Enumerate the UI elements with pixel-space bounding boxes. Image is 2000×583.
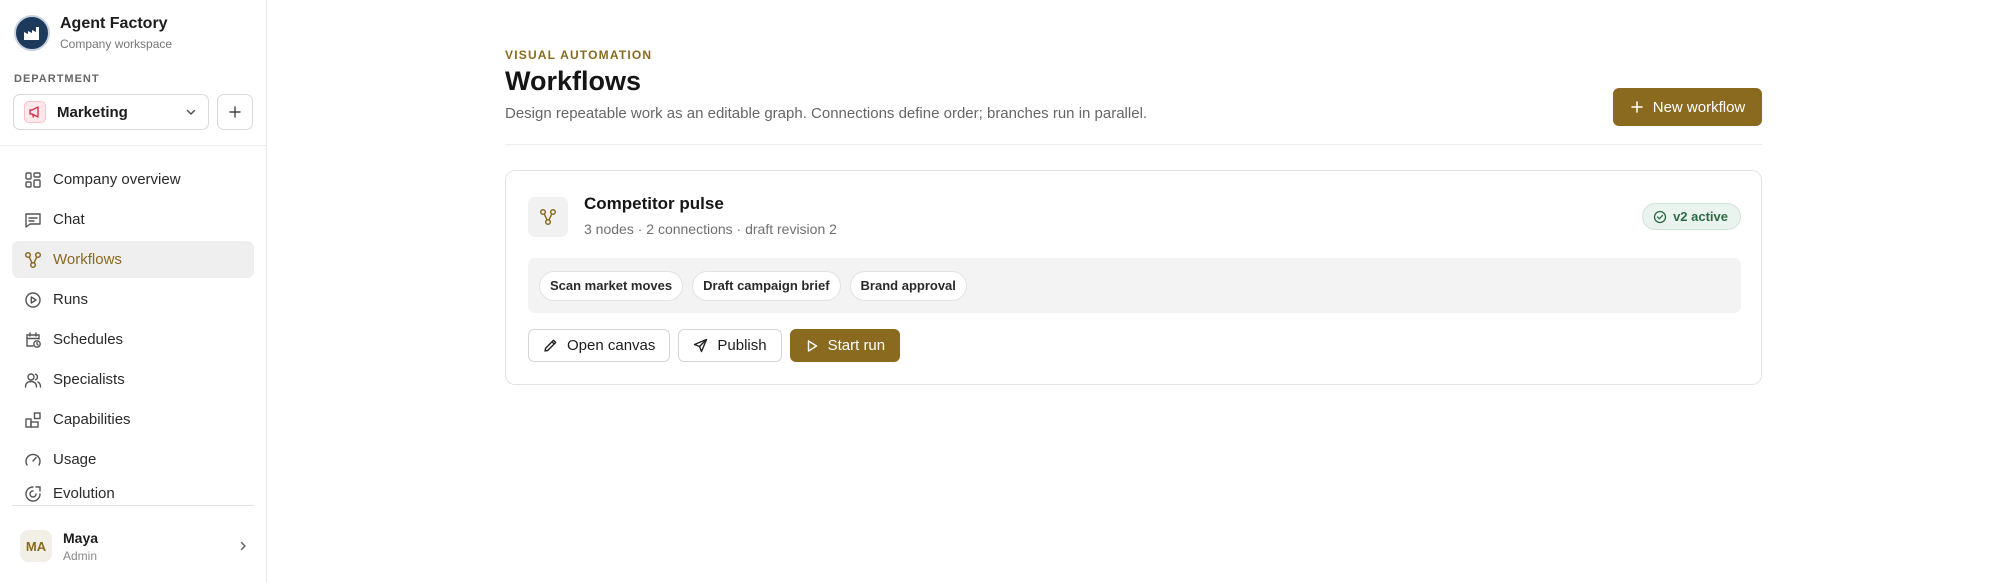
blocks-icon: [25, 411, 41, 428]
play-circle-icon: [25, 291, 41, 308]
chevron-right-icon: [236, 539, 250, 553]
plus-icon: [229, 106, 241, 118]
gauge-icon: [25, 453, 41, 466]
sidebar-item-label: Schedules: [53, 331, 124, 348]
play-icon: [807, 339, 817, 352]
megaphone-icon: [24, 101, 46, 123]
sidebar-footer-divider: [12, 505, 254, 506]
sidebar-item-label: Specialists: [53, 371, 125, 388]
user-menu[interactable]: MA Maya Admin: [20, 526, 250, 566]
new-workflow-button[interactable]: New workflow: [1613, 88, 1762, 126]
users-icon: [24, 372, 42, 388]
user-role: Admin: [63, 548, 98, 563]
sidebar-item-runs[interactable]: Runs: [12, 281, 254, 318]
brand-name: Agent Factory: [60, 15, 168, 32]
evolution-icon: [25, 486, 41, 502]
sidebar-item-label: Company overview: [53, 171, 181, 188]
step-chip[interactable]: Draft campaign brief: [692, 270, 841, 301]
sidebar-item-chat[interactable]: Chat: [12, 201, 254, 238]
department-name: Marketing: [57, 103, 128, 121]
sidebar: Agent Factory Company workspace DEPARTME…: [0, 0, 267, 583]
check-circle-icon: [1653, 210, 1667, 223]
workflow-steps: Scan market moves Draft campaign brief B…: [528, 258, 1741, 313]
start-run-button[interactable]: Start run: [789, 329, 901, 362]
sidebar-item-label: Chat: [53, 211, 85, 228]
sidebar-item-label: Runs: [53, 291, 89, 308]
publish-label: Publish: [717, 337, 767, 354]
brand[interactable]: Agent Factory Company workspace: [14, 14, 172, 51]
department-select[interactable]: Marketing: [13, 94, 209, 130]
add-department-button[interactable]: [217, 94, 253, 130]
workflow-meta: 3 nodes · 2 connections · draft revision…: [584, 221, 837, 237]
sidebar-item-capabilities[interactable]: Capabilities: [12, 401, 254, 438]
workflow-card: Competitor pulse 3 nodes · 2 connections…: [505, 170, 1762, 385]
page-title: Workflows: [505, 66, 642, 96]
pencil-icon: [544, 339, 557, 352]
page-subtitle: Design repeatable work as an editable gr…: [505, 105, 1148, 122]
step-chip[interactable]: Scan market moves: [539, 270, 684, 301]
step-chip[interactable]: Brand approval: [849, 270, 967, 301]
sidebar-item-schedules[interactable]: Schedules: [12, 321, 254, 358]
sidebar-item-workflows[interactable]: Workflows: [12, 241, 254, 278]
open-canvas-button[interactable]: Open canvas: [528, 329, 671, 362]
sidebar-item-label: Capabilities: [53, 411, 131, 428]
publish-button[interactable]: Publish: [678, 329, 782, 362]
workflow-icon: [528, 197, 568, 237]
start-run-label: Start run: [827, 337, 886, 354]
avatar: MA: [20, 530, 52, 562]
user-name: Maya: [63, 529, 99, 546]
sidebar-item-label: Usage: [53, 451, 97, 468]
factory-logo-icon: [14, 14, 50, 51]
status-badge: v2 active: [1642, 203, 1741, 230]
workflow-icon: [24, 251, 42, 268]
plus-icon: [1630, 101, 1643, 113]
workflow-actions: Open canvas Publish Start run: [528, 329, 908, 362]
open-canvas-label: Open canvas: [567, 337, 656, 354]
chat-icon: [25, 212, 41, 228]
page-eyebrow: VISUAL AUTOMATION: [505, 48, 653, 62]
workflow-title: Competitor pulse: [584, 194, 724, 213]
sidebar-divider: [0, 145, 267, 146]
chevron-down-icon: [184, 105, 198, 119]
send-icon: [694, 338, 708, 353]
grid-icon: [25, 171, 41, 188]
sidebar-item-evolution[interactable]: Evolution: [12, 481, 254, 505]
sidebar-item-usage[interactable]: Usage: [12, 441, 254, 478]
sidebar-nav: Company overview Chat Workflows Runs Sch…: [12, 161, 254, 508]
sidebar-item-company-overview[interactable]: Company overview: [12, 161, 254, 198]
sidebar-item-label: Workflows: [53, 251, 122, 268]
new-workflow-label: New workflow: [1652, 98, 1746, 116]
sidebar-item-label: Evolution: [53, 485, 115, 502]
calendar-clock-icon: [26, 331, 41, 348]
sidebar-item-specialists[interactable]: Specialists: [12, 361, 254, 398]
header-divider: [505, 144, 1762, 145]
brand-subtitle: Company workspace: [60, 37, 173, 51]
department-label: DEPARTMENT: [14, 73, 100, 85]
status-badge-label: v2 active: [1673, 209, 1728, 224]
